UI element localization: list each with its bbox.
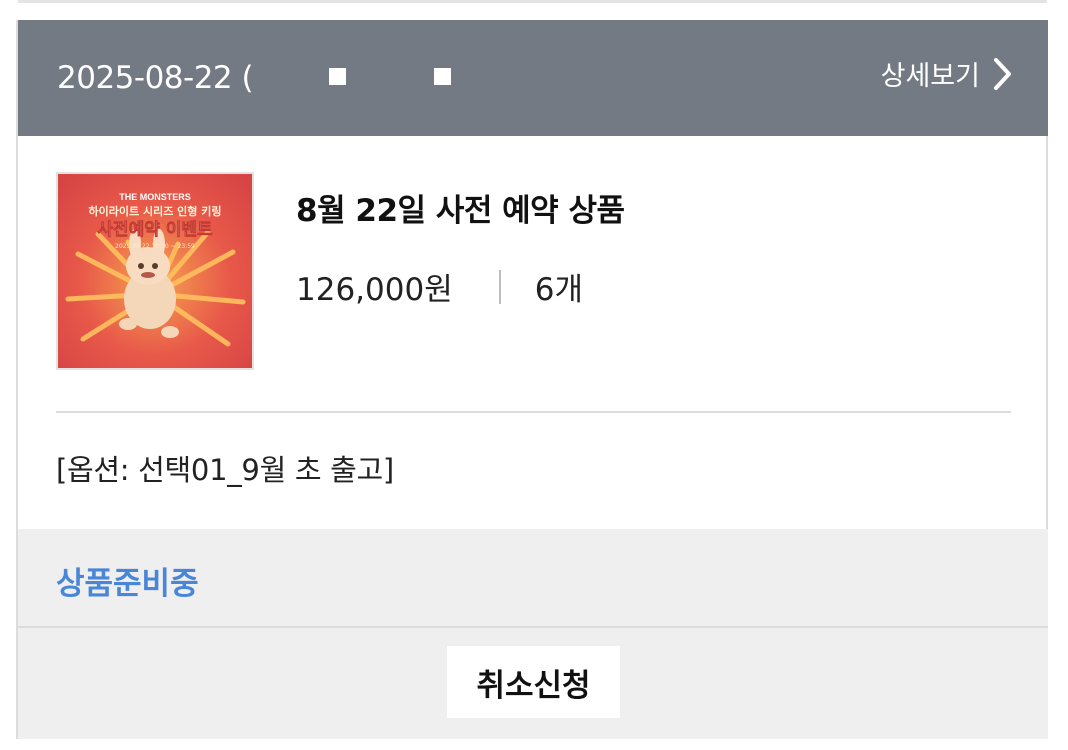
- product-name[interactable]: 8월 22일 사전 예약 상품: [296, 185, 625, 230]
- section-divider: [56, 411, 1011, 413]
- product-option: [옵션: 선택01_9월 초 출고]: [56, 453, 394, 487]
- product-section: THE MONSTERS 하이라이트 시리즈 인형 키링 사전예약 이벤트 20…: [18, 136, 1048, 414]
- redaction-mark: [434, 68, 451, 85]
- price-quantity-row: 126,000원 6개: [296, 264, 583, 309]
- thumbnail-subtitle: 하이라이트 시리즈 인형 키링: [89, 204, 222, 218]
- status-bar: 상품준비중: [18, 529, 1048, 626]
- view-details-link[interactable]: 상세보기: [881, 54, 1012, 93]
- product-quantity: 6개: [534, 272, 583, 308]
- redaction-mark: [329, 68, 346, 85]
- thumbnail-headline: 사전예약 이벤트: [97, 219, 213, 240]
- product-price: 126,000원: [296, 272, 453, 308]
- cancel-request-button[interactable]: 취소신청: [447, 646, 620, 718]
- thumbnail-brand: THE MONSTERS: [119, 192, 191, 202]
- view-details-label: 상세보기: [880, 61, 980, 92]
- product-thumbnail[interactable]: THE MONSTERS 하이라이트 시리즈 인형 키링 사전예약 이벤트 20…: [56, 172, 254, 370]
- order-header: 2025-08-22 ( 상세보기: [18, 20, 1048, 136]
- order-card: 2025-08-22 ( 상세보기 THE MONSTERS 하이라이트 시리즈…: [16, 20, 1048, 739]
- thumbnail-date-range: 2025.08.22 10:00 ~ 23:59: [115, 243, 195, 250]
- price-separator: [498, 269, 501, 304]
- action-bar: 취소신청: [18, 626, 1048, 739]
- order-status: 상품준비중: [56, 566, 199, 602]
- chevron-right-icon: [994, 57, 1011, 90]
- order-date: 2025-08-22 (: [57, 60, 254, 96]
- top-divider: [18, 0, 1047, 3]
- thumbnail-image: THE MONSTERS 하이라이트 시리즈 인형 키링 사전예약 이벤트 20…: [58, 174, 252, 368]
